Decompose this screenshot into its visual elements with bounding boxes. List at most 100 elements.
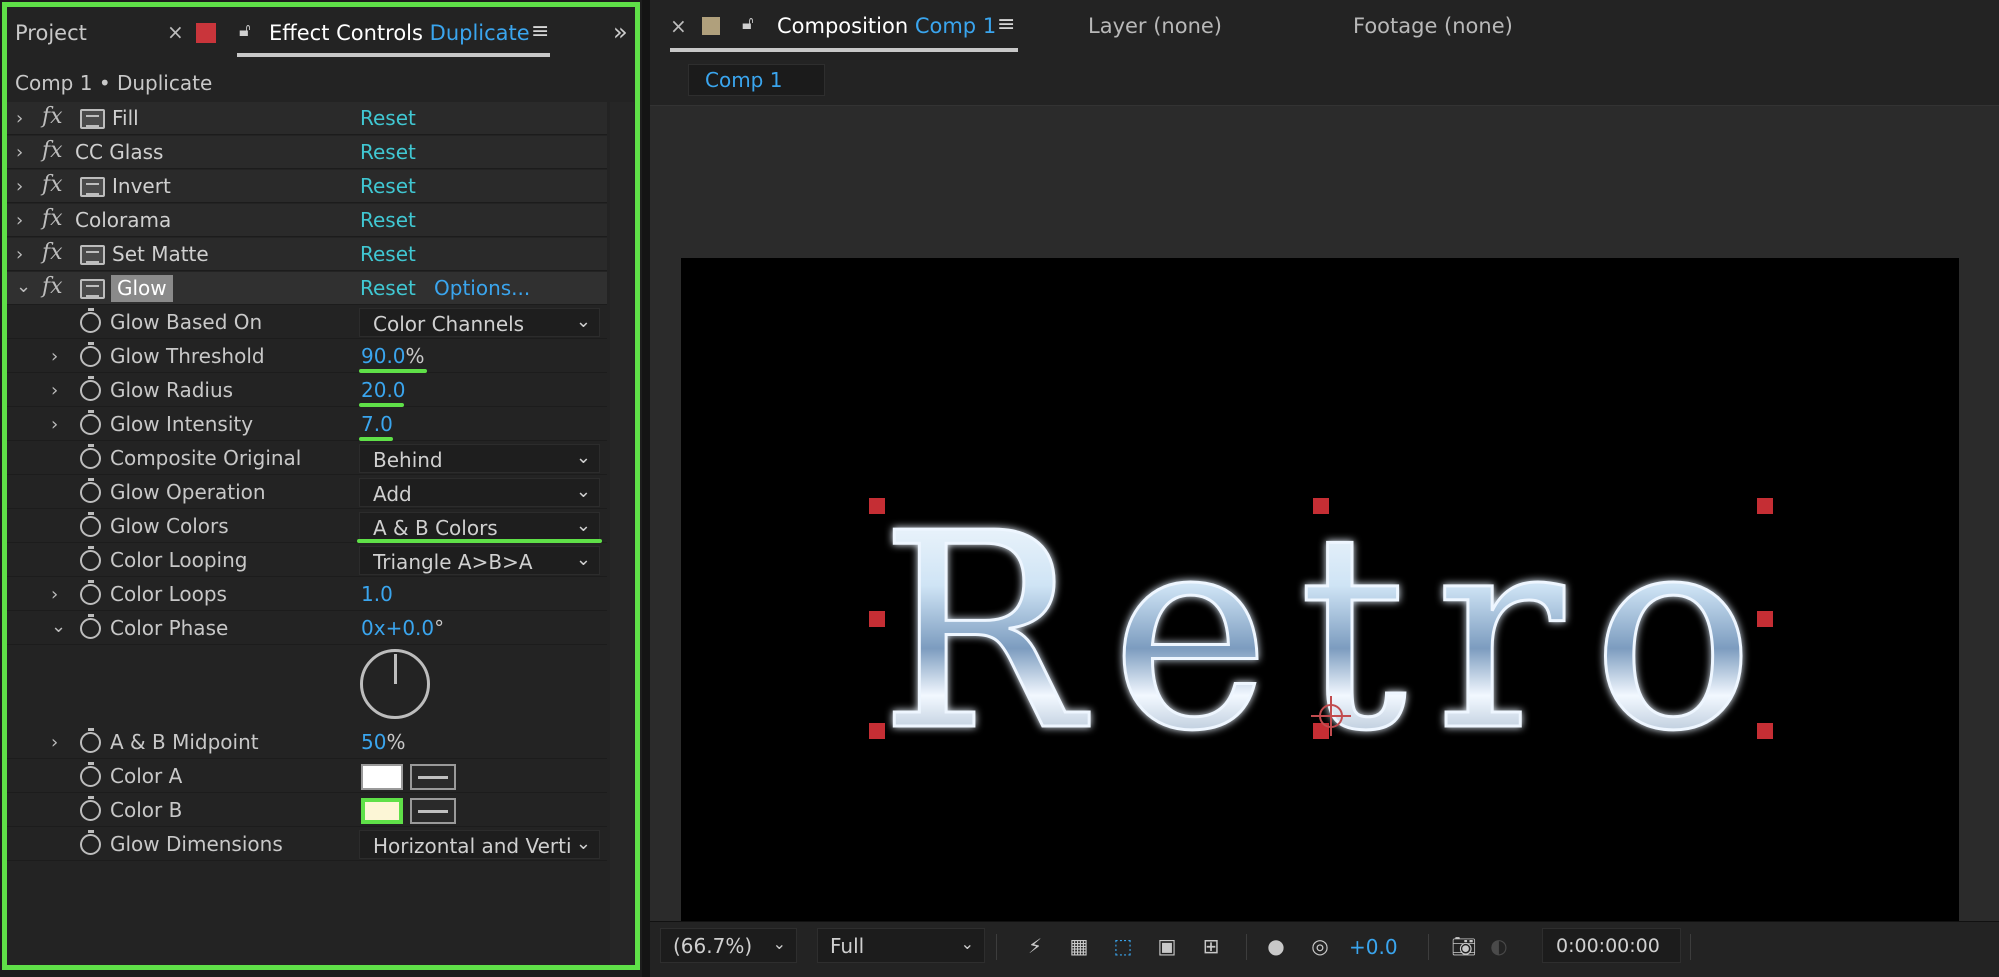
chevron-right-icon[interactable]: › [51, 414, 58, 435]
region-of-interest-icon[interactable]: ▣ [1154, 934, 1180, 958]
transform-handle[interactable] [1313, 498, 1329, 514]
transparency-grid-icon[interactable]: ▦ [1066, 934, 1092, 958]
glow-radius-value[interactable]: 20.0 [361, 378, 406, 402]
chevron-right-icon[interactable]: › [51, 380, 58, 401]
effect-row-colorama[interactable]: › fx Colorama Reset [7, 204, 607, 237]
chevron-right-icon[interactable]: › [51, 346, 58, 367]
options-link[interactable]: Options... [434, 276, 530, 300]
grid-guides-icon[interactable]: ⊞ [1198, 934, 1224, 958]
stopwatch-icon[interactable] [80, 308, 101, 333]
effect-row-cc-glass[interactable]: › fx CC Glass Reset [7, 136, 607, 169]
fast-previews-icon[interactable]: ⚡ [1022, 934, 1048, 958]
anchor-point-icon[interactable] [1311, 696, 1351, 736]
chevron-right-icon[interactable]: › [16, 210, 23, 231]
color-looping-dropdown[interactable]: Triangle A>B>A ⌄ [359, 546, 600, 575]
panel-menu-icon[interactable]: ≡ [997, 12, 1015, 37]
tab-composition[interactable]: Composition Comp 1 [777, 14, 996, 38]
glow-operation-dropdown[interactable]: Add ⌄ [359, 478, 600, 507]
glow-dimensions-dropdown[interactable]: Horizontal and Verti ⌄ [359, 830, 600, 859]
stopwatch-icon[interactable] [80, 478, 101, 503]
chevron-right-icon[interactable]: › [16, 176, 23, 197]
stopwatch-icon[interactable] [80, 376, 101, 401]
transform-handle[interactable] [1757, 498, 1773, 514]
reset-button[interactable]: Reset [360, 174, 416, 198]
fx-toggle-icon[interactable]: fx [42, 104, 63, 129]
stopwatch-icon[interactable] [80, 410, 101, 435]
transform-handle[interactable] [869, 498, 885, 514]
magnification-dropdown[interactable]: (66.7%) ⌄ [660, 928, 797, 963]
panel-menu-icon[interactable]: ≡ [531, 19, 549, 44]
comp-breadcrumb[interactable]: Comp 1 [688, 64, 825, 96]
panel-overflow-icon[interactable]: » [613, 18, 628, 46]
stopwatch-icon[interactable] [80, 512, 101, 537]
stopwatch-icon[interactable] [80, 796, 101, 821]
stopwatch-icon[interactable] [80, 614, 101, 639]
effect-row-invert[interactable]: › fx Invert Reset [7, 170, 607, 203]
reset-button[interactable]: Reset [360, 106, 416, 130]
close-icon[interactable]: × [167, 20, 184, 44]
eyedropper-icon[interactable] [410, 798, 456, 824]
color-loops-value[interactable]: 1.0 [361, 582, 393, 606]
effect-row-fill[interactable]: › fx Fill Reset [7, 102, 607, 135]
resolution-dropdown[interactable]: Full ⌄ [817, 928, 985, 963]
chevron-down-icon[interactable]: ⌄ [51, 616, 66, 637]
stopwatch-icon[interactable] [80, 342, 101, 367]
mask-visibility-icon[interactable]: ⬚ [1110, 934, 1136, 958]
stopwatch-icon[interactable] [80, 728, 101, 753]
snapshot-camera-icon[interactable]: 📷︎ [1451, 934, 1477, 958]
color-phase-value[interactable]: 0x+0.0° [361, 616, 444, 640]
glow-colors-dropdown[interactable]: A & B Colors ⌄ [359, 512, 600, 541]
fx-toggle-icon[interactable]: fx [42, 274, 63, 299]
effect-row-glow[interactable]: ⌄ fx Glow Reset Options... [7, 272, 607, 305]
stopwatch-icon[interactable] [80, 580, 101, 605]
reset-button[interactable]: Reset [360, 208, 416, 232]
fx-toggle-icon[interactable]: fx [42, 206, 63, 231]
current-time-display[interactable]: 0:00:00:00 [1542, 928, 1681, 963]
ab-midpoint-value[interactable]: 50% [361, 730, 405, 754]
tab-project[interactable]: Project [15, 21, 87, 45]
color-a-swatch[interactable] [361, 764, 403, 790]
fx-toggle-icon[interactable]: fx [42, 138, 63, 163]
reset-button[interactable]: Reset [360, 276, 416, 300]
chevron-right-icon[interactable]: › [16, 244, 23, 265]
chevron-down-icon[interactable]: ⌄ [16, 276, 31, 297]
chevron-right-icon[interactable]: › [51, 732, 58, 753]
show-snapshot-icon[interactable]: ◐ [1486, 934, 1512, 958]
chevron-right-icon[interactable]: › [16, 108, 23, 129]
color-management-icon[interactable]: ◎ [1307, 934, 1333, 958]
transform-handle[interactable] [869, 723, 885, 739]
close-icon[interactable]: × [670, 14, 687, 38]
effect-row-set-matte[interactable]: › fx Set Matte Reset [7, 238, 607, 271]
composition-canvas[interactable]: Retro [681, 258, 1959, 976]
stopwatch-icon[interactable] [80, 762, 101, 787]
glow-threshold-value[interactable]: 90.0% [361, 344, 425, 368]
fx-toggle-icon[interactable]: fx [42, 240, 63, 265]
reset-button[interactable]: Reset [360, 140, 416, 164]
eyedropper-icon[interactable] [410, 764, 456, 790]
stopwatch-icon[interactable] [80, 830, 101, 855]
scrollbar[interactable] [610, 102, 634, 965]
panel-splitter[interactable] [642, 0, 650, 977]
tab-footage[interactable]: Footage (none) [1353, 14, 1513, 38]
lock-icon[interactable]: 🔓︎ [239, 20, 251, 41]
exposure-value[interactable]: +0.0 [1349, 935, 1398, 959]
tab-effect-controls[interactable]: Effect Controls Duplicate [269, 21, 530, 45]
color-phase-dial[interactable] [360, 649, 430, 719]
effect-name-selected[interactable]: Glow [111, 275, 173, 302]
lock-icon[interactable]: 🔓︎ [742, 13, 754, 34]
tab-layer[interactable]: Layer (none) [1088, 14, 1222, 38]
composite-original-dropdown[interactable]: Behind ⌄ [359, 444, 600, 473]
reset-button[interactable]: Reset [360, 242, 416, 266]
transform-handle[interactable] [869, 611, 885, 627]
channel-icon[interactable]: ● [1263, 934, 1289, 958]
chevron-right-icon[interactable]: › [51, 584, 58, 605]
glow-intensity-value[interactable]: 7.0 [361, 412, 393, 436]
transform-handle[interactable] [1757, 723, 1773, 739]
transform-handle[interactable] [1757, 611, 1773, 627]
fx-toggle-icon[interactable]: fx [42, 172, 63, 197]
stopwatch-icon[interactable] [80, 444, 101, 469]
glow-based-on-dropdown[interactable]: Color Channels ⌄ [359, 308, 600, 337]
stopwatch-icon[interactable] [80, 546, 101, 571]
color-b-swatch[interactable] [361, 798, 403, 824]
chevron-right-icon[interactable]: › [16, 142, 23, 163]
